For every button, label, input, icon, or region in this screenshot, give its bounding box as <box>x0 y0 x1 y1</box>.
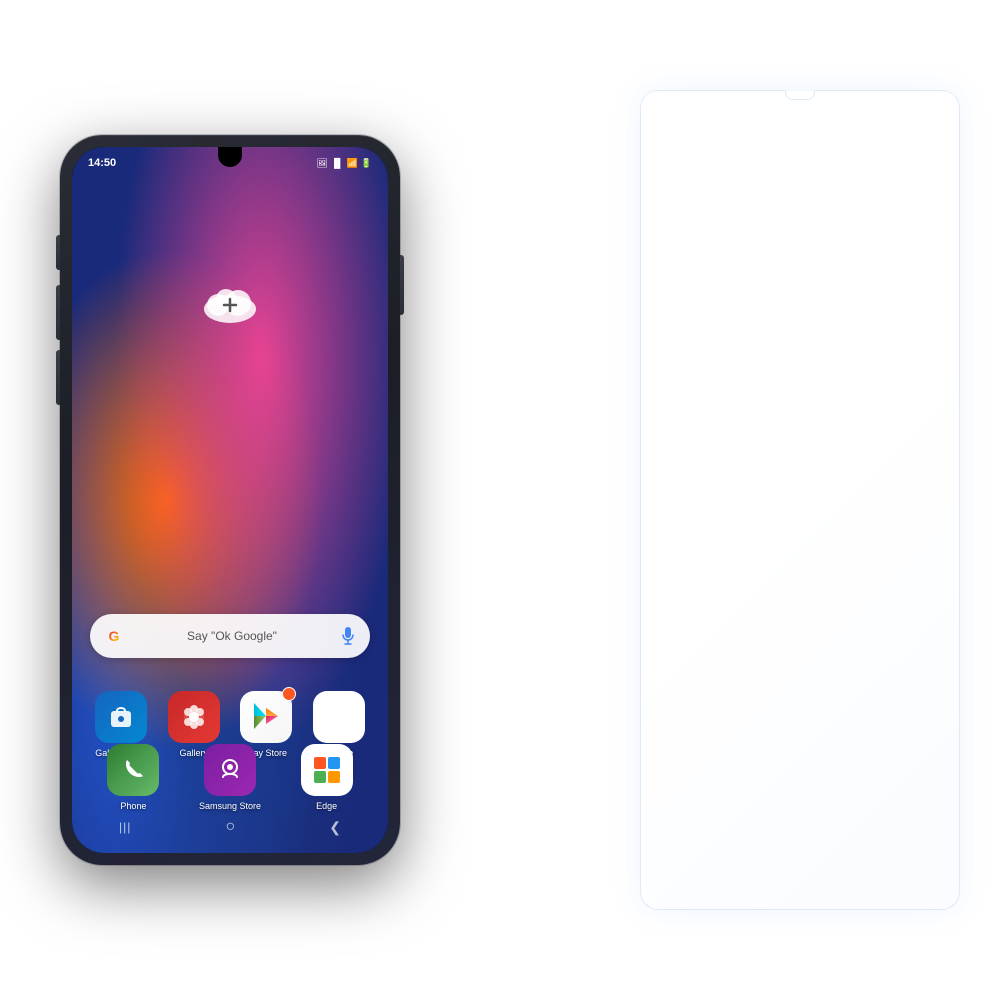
signal-icon: ▐▌ <box>331 158 344 168</box>
dock: Phone Samsung Store <box>90 744 370 811</box>
scene: 14:50 🖼 ▐▌ 📶 🔋 <box>0 0 1000 1000</box>
volume-down-button <box>56 285 60 340</box>
nav-bar: ||| ○ ❮ <box>72 811 388 843</box>
status-time: 14:50 <box>88 157 116 169</box>
search-placeholder: Say "Ok Google" <box>132 629 332 643</box>
gallery-icon <box>168 691 220 743</box>
samsung-store-label: Samsung Store <box>199 801 261 811</box>
cloud-icon <box>200 277 260 327</box>
screen-bezel: 14:50 🖼 ▐▌ 📶 🔋 <box>72 147 388 853</box>
dock-edge[interactable]: Edge <box>283 744 370 811</box>
edge-icon <box>301 744 353 796</box>
wifi-icon: 📶 <box>347 158 358 169</box>
mic-icon[interactable] <box>340 626 356 646</box>
volume-up-button <box>56 235 60 270</box>
back-button[interactable]: ❮ <box>329 819 341 836</box>
dock-phone[interactable]: Phone <box>90 744 177 811</box>
recents-button[interactable]: ||| <box>119 820 131 834</box>
google-search-bar[interactable]: G Say "Ok Google" <box>90 614 370 658</box>
play-store-icon <box>240 691 292 743</box>
google-icon <box>313 691 365 743</box>
phone-label: Phone <box>120 801 146 811</box>
tempered-glass-protector <box>640 90 960 910</box>
galaxy-store-icon <box>95 691 147 743</box>
screen: 14:50 🖼 ▐▌ 📶 🔋 <box>72 147 388 853</box>
phone-icon <box>107 744 159 796</box>
play-store-badge <box>282 687 296 701</box>
glass-notch <box>785 90 815 100</box>
dock-samsung[interactable]: Samsung Store <box>187 744 274 811</box>
google-logo: G <box>104 626 124 646</box>
status-icons: 🖼 ▐▌ 📶 🔋 <box>316 158 372 169</box>
battery-icon: 🔋 <box>361 158 372 169</box>
phone-device: 14:50 🖼 ▐▌ 📶 🔋 <box>60 135 400 865</box>
home-button[interactable]: ○ <box>225 818 235 836</box>
photo-icon: 🖼 <box>316 158 327 169</box>
samsung-store-icon <box>204 744 256 796</box>
edge-label: Edge <box>316 801 337 811</box>
bixby-button <box>56 350 60 405</box>
cloud-widget[interactable] <box>200 277 260 327</box>
